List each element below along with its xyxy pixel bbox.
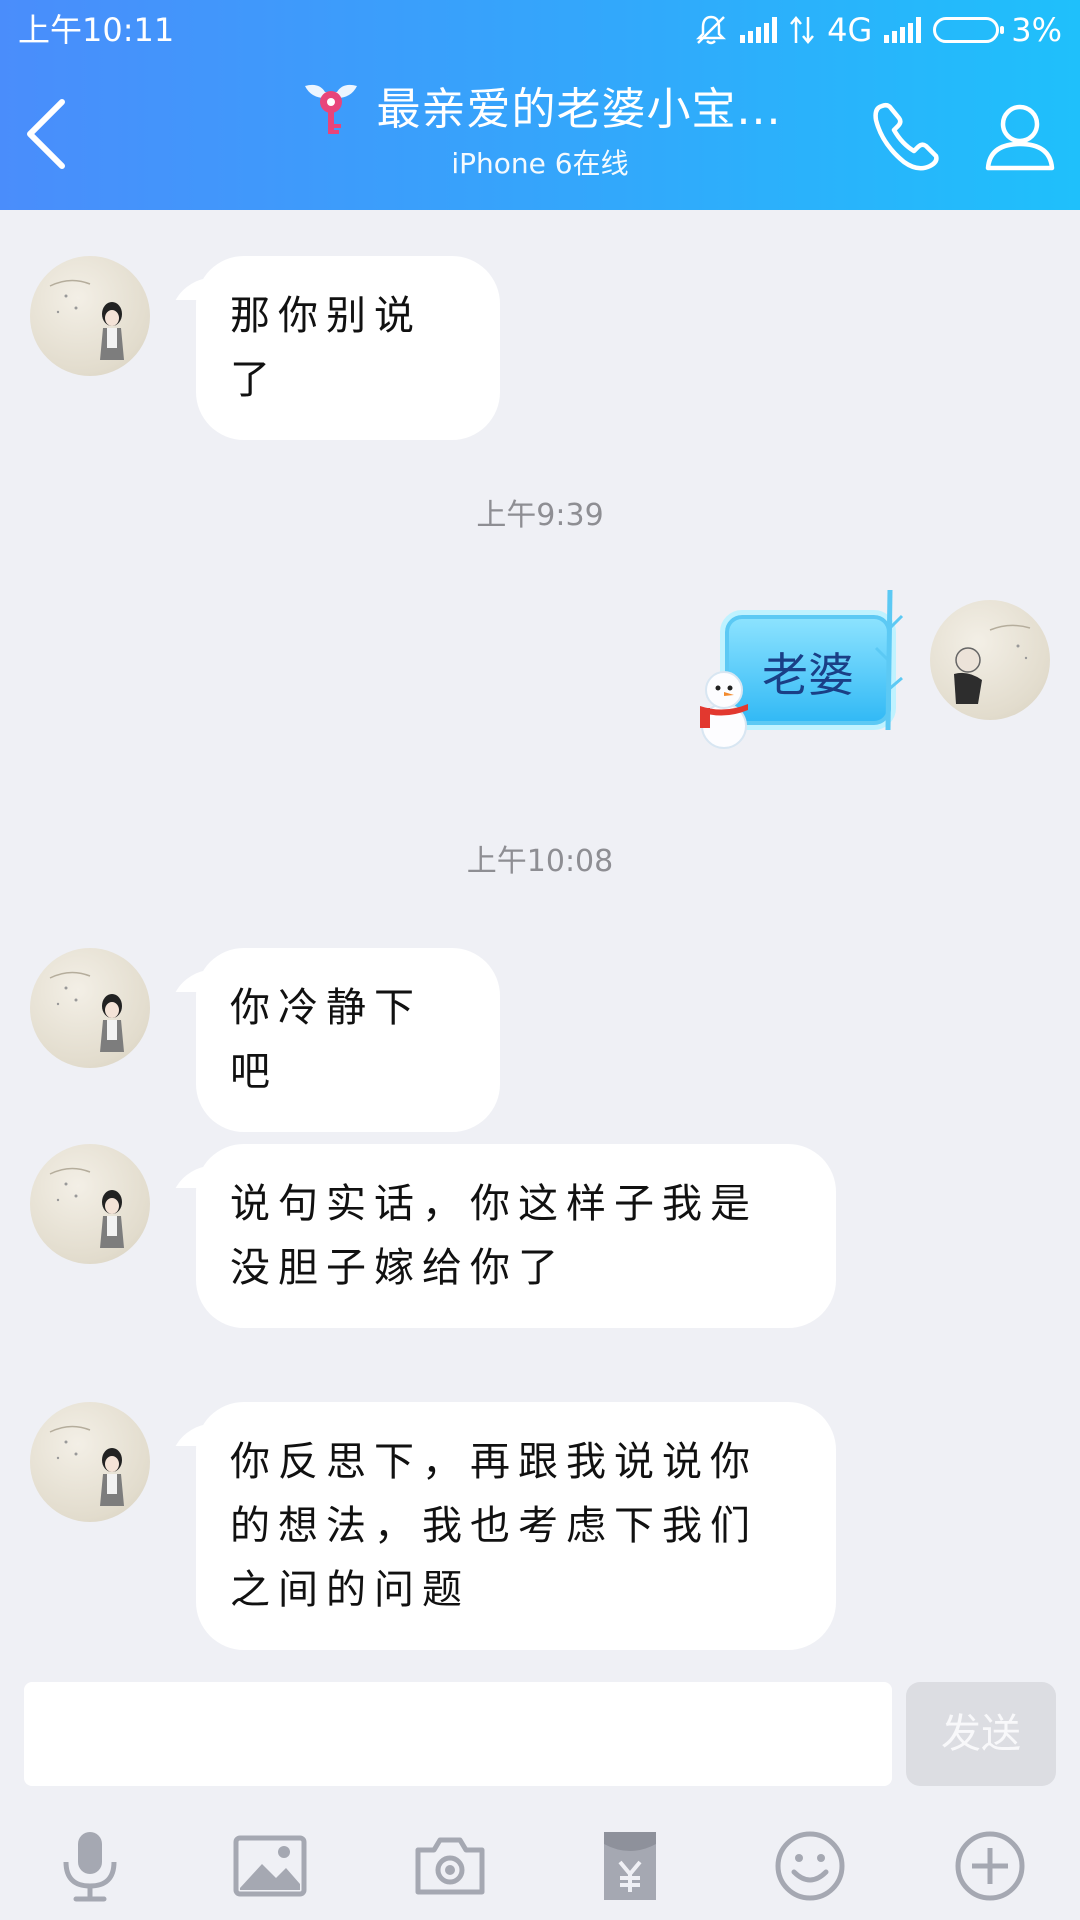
status-time: 上午10:11	[18, 11, 175, 49]
message-bubble[interactable]: 说句实话，你这样子我是没胆子嫁给你了	[196, 1144, 836, 1328]
ice-branch-icon	[874, 590, 904, 731]
mute-bell-icon	[696, 15, 727, 45]
battery-icon	[933, 17, 1005, 43]
message-text: 说句实话，你这样子我是没胆子嫁给你了	[230, 1181, 758, 1291]
red-packet-icon[interactable]	[592, 1828, 668, 1904]
message-bubble[interactable]: 你反思下，再跟我说说你的想法，我也考虑下我们之间的问题	[196, 1402, 836, 1650]
chat-header: 上午10:11 4G 3% 最亲爱的老婆小宝... iPhone 6在线	[0, 0, 1080, 210]
camera-icon[interactable]	[412, 1828, 488, 1904]
message-bubble[interactable]: 你冷静下吧	[196, 948, 500, 1132]
status-indicators: 4G 3%	[694, 10, 1062, 50]
microphone-icon[interactable]	[52, 1828, 128, 1904]
input-toolbar	[0, 1810, 1080, 1920]
image-icon[interactable]	[232, 1828, 308, 1904]
input-bar: 发送	[0, 1680, 1080, 1800]
data-arrows-icon	[790, 16, 815, 44]
message-text: 你反思下，再跟我说说你的想法，我也考虑下我们之间的问题	[230, 1439, 758, 1613]
contact-name: 最亲爱的老婆小宝...	[376, 84, 782, 135]
message-text: 你冷静下吧	[230, 985, 422, 1095]
snowman-icon	[700, 671, 748, 749]
nav-bar: 最亲爱的老婆小宝... iPhone 6在线	[0, 70, 1080, 200]
signal-icon-secondary	[884, 17, 922, 43]
send-button[interactable]: 发送	[906, 1682, 1056, 1786]
avatar-girl-icon	[49, 1167, 124, 1248]
message-list[interactable]: 那你别说了 上午9:39 老婆 上午10:08 你冷静下吧 说句实话，你这样子我…	[0, 210, 1080, 1680]
network-type: 4G	[827, 11, 873, 49]
plus-icon[interactable]	[952, 1828, 1028, 1904]
emoji-icon[interactable]	[772, 1828, 848, 1904]
contact-avatar[interactable]	[30, 1144, 150, 1264]
contact-avatar[interactable]	[30, 1402, 150, 1522]
message-input[interactable]	[24, 1682, 892, 1786]
timestamp: 上午10:08	[466, 844, 614, 879]
profile-icon[interactable]	[980, 96, 1060, 176]
phone-call-icon[interactable]	[868, 96, 948, 176]
avatar-girl-icon	[49, 971, 124, 1052]
contact-avatar[interactable]	[30, 948, 150, 1068]
avatar-girl-icon	[49, 1425, 124, 1506]
contact-avatar[interactable]	[30, 256, 150, 376]
love-key-icon	[304, 84, 357, 134]
self-avatar[interactable]	[930, 600, 1050, 720]
avatar-monk-icon	[954, 624, 1031, 704]
sticker-message[interactable]: 老婆	[690, 590, 910, 750]
message-text: 那你别说了	[230, 293, 422, 403]
avatar-girl-icon	[49, 279, 124, 360]
battery-percent: 3%	[1011, 11, 1062, 49]
timestamp: 上午9:39	[476, 498, 604, 533]
message-bubble[interactable]: 那你别说了	[196, 256, 500, 440]
signal-icon	[740, 17, 778, 43]
status-bar: 上午10:11 4G 3%	[0, 0, 1080, 60]
